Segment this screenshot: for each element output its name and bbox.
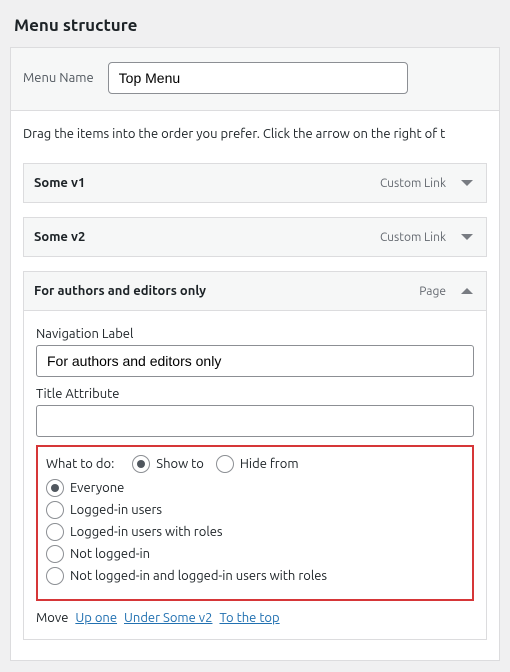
- audience-label: Not logged-in: [70, 547, 150, 561]
- menu-name-label: Menu Name: [23, 71, 94, 85]
- audience-option[interactable]: Not logged-in: [46, 545, 464, 563]
- title-attribute-input[interactable]: [36, 405, 474, 437]
- menu-item: Some v2 Custom Link: [23, 217, 487, 257]
- chevron-down-icon[interactable]: [458, 180, 476, 186]
- visibility-section: What to do: Show to Hide from: [36, 445, 474, 601]
- move-link-under[interactable]: Under Some v2: [124, 611, 212, 625]
- navigation-label-input[interactable]: [36, 345, 474, 377]
- radio-icon: [216, 455, 234, 473]
- page-title: Menu structure: [0, 0, 510, 41]
- move-row: Move Up one Under Some v2 To the top: [36, 611, 474, 625]
- audience-label: Logged-in users: [70, 503, 162, 517]
- menu-item-title: Some v2: [34, 230, 380, 244]
- audience-option[interactable]: Not logged-in and logged-in users with r…: [46, 567, 464, 585]
- radio-icon: [46, 501, 64, 519]
- mode-option[interactable]: Show to: [132, 455, 204, 473]
- menu-item: Some v1 Custom Link: [23, 163, 487, 203]
- menu-item-body: Navigation Label Title Attribute What to…: [24, 311, 486, 639]
- menu-name-row: Menu Name: [11, 48, 499, 111]
- menu-item-title: Some v1: [34, 176, 380, 190]
- title-attr-caption: Title Attribute: [36, 387, 474, 401]
- mode-option[interactable]: Hide from: [216, 455, 299, 473]
- radio-icon: [46, 545, 64, 563]
- mode-label: Show to: [156, 457, 204, 471]
- menu-item-type: Custom Link: [380, 231, 446, 244]
- instructions-text: Drag the items into the order you prefer…: [11, 111, 499, 145]
- menu-item-type: Custom Link: [380, 177, 446, 190]
- audience-label: Everyone: [70, 481, 124, 495]
- move-link-to-top[interactable]: To the top: [219, 611, 279, 625]
- menu-item-header[interactable]: Some v2 Custom Link: [24, 218, 486, 256]
- audience-option[interactable]: Logged-in users: [46, 501, 464, 519]
- menu-name-input[interactable]: [108, 62, 408, 94]
- menu-item-type: Page: [419, 285, 446, 298]
- menu-item-header[interactable]: Some v1 Custom Link: [24, 164, 486, 202]
- nav-label-caption: Navigation Label: [36, 327, 474, 341]
- what-to-do-label: What to do:: [46, 457, 114, 471]
- menu-item-title: For authors and editors only: [34, 284, 419, 298]
- mode-label: Hide from: [240, 457, 299, 471]
- menu-item-expanded: For authors and editors only Page Naviga…: [23, 271, 487, 640]
- menu-item-header[interactable]: For authors and editors only Page: [24, 272, 486, 311]
- audience-label: Not logged-in and logged-in users with r…: [70, 569, 327, 583]
- move-label: Move: [36, 611, 68, 625]
- audience-option[interactable]: Logged-in users with roles: [46, 523, 464, 541]
- move-link-up-one[interactable]: Up one: [75, 611, 117, 625]
- radio-icon: [132, 455, 150, 473]
- radio-icon: [46, 479, 64, 497]
- menu-structure-panel: Menu Name Drag the items into the order …: [10, 47, 500, 661]
- audience-label: Logged-in users with roles: [70, 525, 223, 539]
- chevron-up-icon[interactable]: [458, 288, 476, 294]
- audience-option[interactable]: Everyone: [46, 479, 464, 497]
- chevron-down-icon[interactable]: [458, 234, 476, 240]
- radio-icon: [46, 523, 64, 541]
- radio-icon: [46, 567, 64, 585]
